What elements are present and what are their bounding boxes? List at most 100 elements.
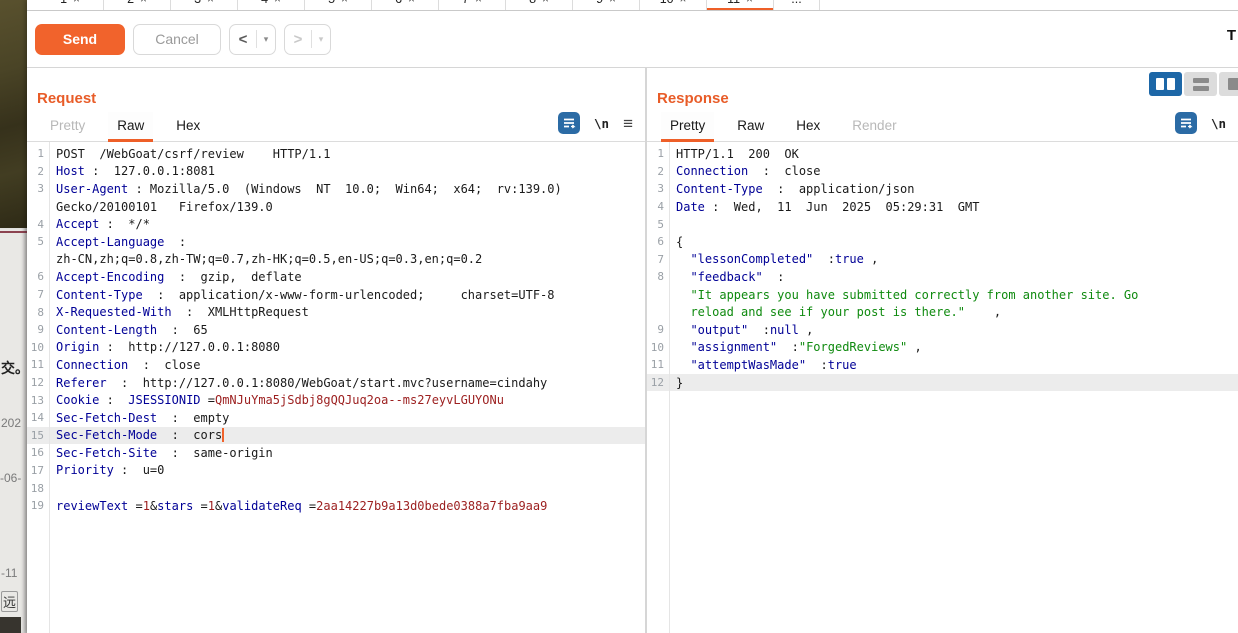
tab-request-hex[interactable]: Hex xyxy=(167,112,209,141)
close-tab-icon[interactable]: × xyxy=(746,0,753,6)
editor-line[interactable]: 8X-Requested-With : XMLHttpRequest xyxy=(27,303,645,321)
tab-response-raw[interactable]: Raw xyxy=(728,112,773,141)
repeater-tab-5[interactable]: 5× xyxy=(305,0,372,11)
line-number: 9 xyxy=(27,323,49,336)
background-divider xyxy=(0,231,27,233)
editor-line[interactable]: 12} xyxy=(647,374,1238,392)
editor-line[interactable]: 1POST /WebGoat/csrf/review HTTP/1.1 xyxy=(27,145,645,163)
editor-line[interactable]: 12Referer : http://127.0.0.1:8080/WebGoa… xyxy=(27,374,645,392)
close-tab-icon[interactable]: × xyxy=(274,0,281,6)
tab-response-render[interactable]: Render xyxy=(843,112,905,141)
columns-layout-icon[interactable] xyxy=(1149,72,1182,96)
back-history-caret-icon[interactable]: ▾ xyxy=(257,34,275,45)
tab-request-pretty[interactable]: Pretty xyxy=(41,112,94,141)
editor-line[interactable]: 5 xyxy=(647,215,1238,233)
background-text-fragment: 202 xyxy=(1,416,21,430)
editor-line[interactable]: "It appears you have submitted correctly… xyxy=(647,286,1238,304)
line-number: 11 xyxy=(647,358,669,371)
close-tab-icon[interactable]: × xyxy=(341,0,348,6)
editor-line[interactable]: 18 xyxy=(27,479,645,497)
background-text-fragment: 远 xyxy=(1,591,18,612)
line-number: 15 xyxy=(27,429,49,442)
editor-line[interactable]: 4Date : Wed, 11 Jun 2025 05:29:31 GMT xyxy=(647,198,1238,216)
line-number: 11 xyxy=(27,358,49,371)
repeater-tab-10[interactable]: 10× xyxy=(640,0,707,11)
soft-wrap-icon[interactable] xyxy=(558,112,580,134)
editor-line[interactable]: 19reviewText =1&stars =1&validateReq =2a… xyxy=(27,497,645,515)
back-icon[interactable]: < xyxy=(230,31,256,48)
editor-line[interactable]: 3User-Agent : Mozilla/5.0 (Windows NT 10… xyxy=(27,180,645,198)
editor-line[interactable]: 7Content-Type : application/x-www-form-u… xyxy=(27,286,645,304)
editor-line[interactable]: Gecko/20100101 Firefox/139.0 xyxy=(27,198,645,216)
close-tab-icon[interactable]: × xyxy=(542,0,549,6)
repeater-tab-3[interactable]: 3× xyxy=(171,0,238,11)
editor-line[interactable]: 7 "lessonCompleted" :true , xyxy=(647,251,1238,269)
editor-line[interactable]: 10Origin : http://127.0.0.1:8080 xyxy=(27,339,645,357)
editor-line[interactable]: 14Sec-Fetch-Dest : empty xyxy=(27,409,645,427)
editor-line[interactable]: 9 "output" :null , xyxy=(647,321,1238,339)
response-editor[interactable]: 1HTTP/1.1 200 OK2Connection : close3Cont… xyxy=(647,142,1238,633)
tabs-layout-icon[interactable] xyxy=(1219,72,1238,96)
rows-layout-icon[interactable] xyxy=(1184,72,1217,96)
line-number: 8 xyxy=(27,306,49,319)
line-number: 6 xyxy=(647,235,669,248)
show-newlines-icon[interactable]: \n xyxy=(594,116,609,131)
repeater-tab-11[interactable]: 11× xyxy=(707,0,774,11)
editor-line[interactable]: 6{ xyxy=(647,233,1238,251)
repeater-tab-9[interactable]: 9× xyxy=(573,0,640,11)
repeater-tab-1[interactable]: 1× xyxy=(37,0,104,11)
editor-line[interactable]: 1HTTP/1.1 200 OK xyxy=(647,145,1238,163)
background-text-fragment: -06- xyxy=(0,471,21,485)
tab-response-pretty[interactable]: Pretty xyxy=(661,112,714,141)
close-tab-icon[interactable]: × xyxy=(408,0,415,6)
line-number: 17 xyxy=(27,464,49,477)
editor-line[interactable]: 11 "attemptWasMade" :true xyxy=(647,356,1238,374)
close-tab-icon[interactable]: × xyxy=(207,0,214,6)
editor-line[interactable]: 6Accept-Encoding : gzip, deflate xyxy=(27,268,645,286)
editor-line[interactable]: 9Content-Length : 65 xyxy=(27,321,645,339)
editor-line[interactable]: zh-CN,zh;q=0.8,zh-TW;q=0.7,zh-HK;q=0.5,e… xyxy=(27,251,645,269)
editor-menu-icon[interactable]: ≡ xyxy=(623,115,633,132)
editor-line[interactable]: 11Connection : close xyxy=(27,356,645,374)
editor-line[interactable]: 3Content-Type : application/json xyxy=(647,180,1238,198)
editor-line[interactable]: reload and see if your post is there." , xyxy=(647,303,1238,321)
background-text-fragment: 交。 xyxy=(1,358,29,378)
request-editor[interactable]: 1POST /WebGoat/csrf/review HTTP/1.12Host… xyxy=(27,142,645,633)
close-tab-icon[interactable]: × xyxy=(609,0,616,6)
forward-icon[interactable]: > xyxy=(285,31,311,48)
close-tab-icon[interactable]: × xyxy=(475,0,482,6)
burp-repeater-window: 1×2×3×4×5×6×7×8×9×10×11×... Send Cancel … xyxy=(27,0,1238,633)
editor-line[interactable]: 4Accept : */* xyxy=(27,215,645,233)
layout-toggles xyxy=(1149,72,1238,96)
line-number: 5 xyxy=(647,218,669,231)
editor-line[interactable]: 2Host : 127.0.0.1:8081 xyxy=(27,163,645,181)
repeater-tab-2[interactable]: 2× xyxy=(104,0,171,11)
editor-line[interactable]: 5Accept-Language : xyxy=(27,233,645,251)
repeater-tab-7[interactable]: 7× xyxy=(439,0,506,11)
close-tab-icon[interactable]: × xyxy=(140,0,147,6)
forward-history-caret-icon[interactable]: ▾ xyxy=(312,34,330,45)
tab-response-hex[interactable]: Hex xyxy=(787,112,829,141)
back-button[interactable]: < ▾ xyxy=(229,24,276,55)
close-tab-icon[interactable]: × xyxy=(680,0,687,6)
editor-line[interactable]: 2Connection : close xyxy=(647,163,1238,181)
repeater-tab-8[interactable]: 8× xyxy=(506,0,573,11)
editor-line[interactable]: 8 "feedback" : xyxy=(647,268,1238,286)
cancel-button[interactable]: Cancel xyxy=(133,24,221,55)
forward-button[interactable]: > ▾ xyxy=(284,24,331,55)
editor-line[interactable]: 17Priority : u=0 xyxy=(27,462,645,480)
line-number: 14 xyxy=(27,411,49,424)
close-tab-icon[interactable]: × xyxy=(73,0,80,6)
repeater-tab-6[interactable]: 6× xyxy=(372,0,439,11)
editor-line[interactable]: 16Sec-Fetch-Site : same-origin xyxy=(27,444,645,462)
show-newlines-icon[interactable]: \n xyxy=(1211,116,1226,131)
tab-request-raw[interactable]: Raw xyxy=(108,112,153,141)
editor-line[interactable]: 13Cookie : JSESSIONID =QmNJuYma5jSdbj8gQ… xyxy=(27,391,645,409)
soft-wrap-icon[interactable] xyxy=(1175,112,1197,134)
repeater-tab-overflow[interactable]: ... xyxy=(774,0,820,11)
response-view-tabs: Pretty Raw Hex Render \n xyxy=(647,112,1238,142)
editor-line[interactable]: 15Sec-Fetch-Mode : cors xyxy=(27,427,645,445)
send-button[interactable]: Send xyxy=(35,24,125,55)
repeater-tab-4[interactable]: 4× xyxy=(238,0,305,11)
editor-line[interactable]: 10 "assignment" :"ForgedReviews" , xyxy=(647,339,1238,357)
